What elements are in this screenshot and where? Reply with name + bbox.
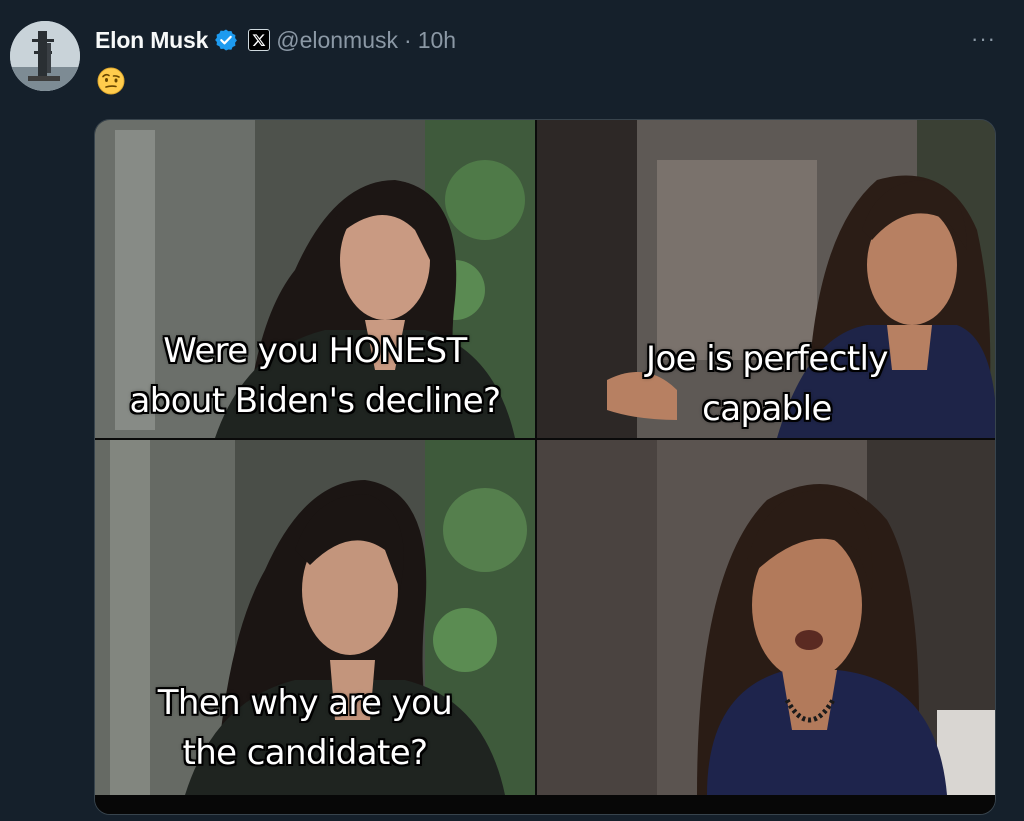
meme-panel-4 [537, 440, 995, 795]
x-logo-icon[interactable] [248, 29, 271, 51]
caption-2-line-2: capable [702, 389, 832, 429]
author-handle[interactable]: @elonmusk [276, 27, 398, 54]
more-icon[interactable]: ··· [971, 26, 996, 52]
meme-panel-1: Were you HONEST about Biden's decline? [95, 120, 535, 438]
face-with-raised-eyebrow-emoji [97, 67, 125, 95]
caption-1: Were you HONEST about Biden's decline? [95, 326, 535, 426]
caption-2: Joe is perfectly capable [557, 334, 977, 434]
separator-dot: · [404, 26, 412, 53]
tweet-header: Elon Musk @elonmusk · 10h [95, 26, 456, 54]
avatar-image [10, 21, 80, 91]
verified-badge-icon[interactable] [214, 28, 238, 52]
tweet[interactable]: Elon Musk @elonmusk · 10h ··· Were you H… [0, 0, 1024, 821]
candidate-reaction-scene-image [537, 440, 995, 795]
caption-1-line-2: about Biden's decline? [129, 381, 502, 421]
meme-panel-2: Joe is perfectly capable [537, 120, 995, 438]
caption-1-line-1: Were you HONEST [163, 331, 467, 371]
tweet-media[interactable]: Were you HONEST about Biden's decline? J… [94, 119, 996, 815]
caption-3-line-1: Then why are you [157, 683, 453, 723]
avatar[interactable] [10, 21, 80, 91]
media-bottom-strip [95, 795, 995, 814]
caption-3-line-2: the candidate? [182, 733, 428, 773]
timestamp[interactable]: 10h [418, 27, 456, 54]
caption-2-line-1: Joe is perfectly [646, 339, 888, 379]
author-name[interactable]: Elon Musk [95, 27, 208, 54]
meme-panel-3: Then why are you the candidate? [95, 440, 535, 795]
caption-3: Then why are you the candidate? [115, 678, 495, 778]
